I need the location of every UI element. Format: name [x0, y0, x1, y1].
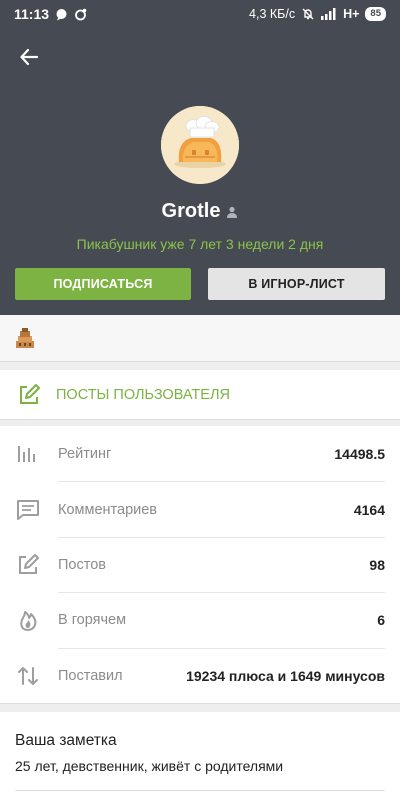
- avatar[interactable]: [161, 106, 239, 184]
- stat-posts: Постов 98: [0, 537, 400, 592]
- stats-panel: Рейтинг 14498.5 Комментариев 4164 Постов…: [0, 426, 400, 704]
- note-title: Ваша заметка: [15, 732, 117, 749]
- profile-header: Grotle Пикабушник уже 7 лет 3 недели 2 д…: [0, 28, 400, 315]
- mute-icon: [301, 7, 315, 21]
- status-bar: 11:13 4,3 КБ/с H+ 85: [0, 0, 400, 28]
- battery-indicator: 85: [365, 7, 386, 21]
- stat-value: 19234 плюса и 1649 минусов: [186, 667, 385, 684]
- stat-votes: Поставил 19234 плюса и 1649 минусов: [0, 648, 400, 703]
- sync-icon: [74, 8, 87, 21]
- stat-hot: В горячем 6: [0, 592, 400, 647]
- stat-value: 6: [377, 611, 385, 628]
- award-medal-icon[interactable]: [14, 327, 36, 349]
- stat-rating: Рейтинг 14498.5: [0, 426, 400, 481]
- username: Grotle: [161, 200, 221, 222]
- stat-label: Рейтинг: [58, 445, 112, 462]
- network-speed: 4,3 КБ/с: [249, 7, 296, 21]
- stat-value: 98: [369, 556, 385, 573]
- flame-icon: [20, 610, 37, 631]
- edit-icon: [19, 553, 39, 574]
- avatar-image: [161, 106, 239, 184]
- awards-strip: [0, 315, 400, 362]
- person-icon: [227, 206, 238, 218]
- edit-icon: [20, 383, 40, 404]
- divider: [15, 790, 385, 791]
- stat-value: 4164: [353, 501, 385, 518]
- arrow-left-icon: [20, 48, 39, 66]
- member-since: Пикабушник уже 7 лет 3 недели 2 дня: [76, 236, 324, 252]
- chat-icon: [55, 8, 68, 21]
- stat-label: Постов: [58, 556, 106, 573]
- user-posts-label: ПОСТЫ ПОЛЬЗОВАТЕЛЯ: [56, 386, 230, 403]
- chart-icon: [18, 445, 35, 462]
- stat-label: Поставил: [58, 667, 123, 684]
- ignore-list-button[interactable]: В ИГНОР-ЛИСТ: [208, 268, 385, 300]
- user-note[interactable]: Ваша заметка 25 лет, девственник, живёт …: [0, 712, 400, 800]
- back-button[interactable]: [14, 42, 44, 72]
- network-type: H+: [343, 7, 360, 21]
- user-posts-link[interactable]: ПОСТЫ ПОЛЬЗОВАТЕЛЯ: [0, 370, 400, 420]
- status-time: 11:13: [14, 6, 50, 22]
- stat-label: Комментариев: [58, 501, 157, 518]
- username-row: Grotle: [0, 200, 400, 223]
- comment-icon: [17, 499, 39, 520]
- stat-value: 14498.5: [334, 445, 385, 462]
- swap-icon: [18, 666, 38, 685]
- stat-label: В горячем: [58, 611, 127, 628]
- stat-comments: Комментариев 4164: [0, 482, 400, 537]
- note-text: 25 лет, девственник, живёт с родителями: [15, 758, 284, 774]
- subscribe-button[interactable]: ПОДПИСАТЬСЯ: [15, 268, 191, 300]
- signal-icon: [321, 8, 337, 20]
